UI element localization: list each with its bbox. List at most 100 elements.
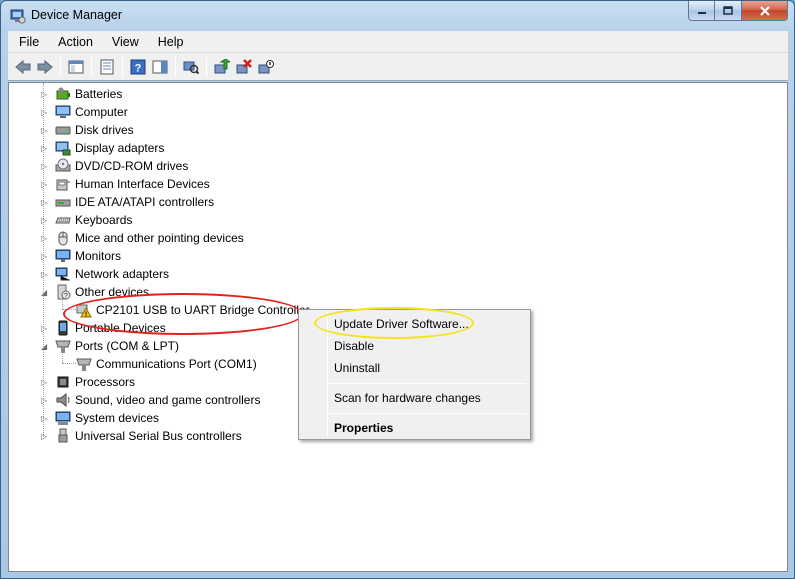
tree-item-hid[interactable]: ▷ Human Interface Devices xyxy=(41,175,210,193)
tree-item-disk-drives[interactable]: ▷ Disk drives xyxy=(41,121,134,139)
toolbar-separator xyxy=(60,56,61,77)
ide-controller-icon xyxy=(55,199,71,207)
window-title: Device Manager xyxy=(31,8,123,22)
close-icon xyxy=(759,5,770,16)
scan-hardware-button[interactable] xyxy=(180,56,202,78)
expand-arrow-icon[interactable]: ▷ xyxy=(41,144,49,153)
menu-bar: File Action View Help xyxy=(8,31,788,53)
svg-text:?: ? xyxy=(64,293,68,300)
update-driver-button[interactable] xyxy=(211,56,233,78)
expand-arrow-icon[interactable]: ▷ xyxy=(41,324,49,333)
title-bar[interactable]: Device Manager xyxy=(1,1,794,31)
expand-arrow-icon[interactable]: ▷ xyxy=(41,90,49,99)
dvd-drive-icon xyxy=(55,158,71,172)
expand-arrow-icon[interactable]: ▷ xyxy=(41,216,49,225)
tree-item-monitors[interactable]: ▷ Monitors xyxy=(41,247,121,265)
menu-help[interactable]: Help xyxy=(147,35,192,49)
tree-item-batteries[interactable]: ▷ Batteries xyxy=(41,85,122,103)
minimize-button[interactable] xyxy=(688,1,715,21)
tree-item-usb-controllers[interactable]: ▷ Universal Serial Bus controllers xyxy=(41,427,242,445)
menu-item-properties[interactable]: Properties xyxy=(334,421,393,435)
disk-drive-icon xyxy=(55,126,71,135)
toolbar-separator xyxy=(122,56,123,77)
system-devices-icon xyxy=(55,411,71,425)
collapse-arrow-icon[interactable]: ◢ xyxy=(41,288,49,297)
toolbar-separator xyxy=(175,56,176,77)
show-hide-tree-button[interactable] xyxy=(65,56,87,78)
device-manager-icon xyxy=(10,9,26,24)
collapse-arrow-icon[interactable]: ◢ xyxy=(41,342,49,351)
uninstall-button[interactable] xyxy=(233,56,255,78)
expand-arrow-icon[interactable]: ▷ xyxy=(41,162,49,171)
expand-arrow-icon[interactable]: ▷ xyxy=(41,414,49,423)
device-manager-window: Device Manager File Action View Help ? ▷… xyxy=(0,0,795,579)
expand-arrow-icon[interactable]: ▷ xyxy=(41,198,49,207)
menu-highlight-ellipse xyxy=(314,307,474,339)
disable-device-icon xyxy=(258,59,274,73)
action-pane-icon xyxy=(152,60,168,73)
close-button[interactable] xyxy=(742,1,788,21)
expand-arrow-icon[interactable]: ▷ xyxy=(41,270,49,279)
tree-item-ide-controllers[interactable]: ▷ IDE ATA/ATAPI controllers xyxy=(41,193,214,211)
context-menu-separator xyxy=(329,383,526,384)
menu-item-uninstall[interactable]: Uninstall xyxy=(334,361,380,375)
action-pane-button[interactable] xyxy=(149,56,171,78)
maximize-icon xyxy=(723,5,733,15)
monitor-icon xyxy=(55,249,71,262)
network-adapter-icon xyxy=(55,267,70,281)
uninstall-icon xyxy=(236,58,252,73)
expand-arrow-icon[interactable]: ▷ xyxy=(41,108,49,117)
tree-item-computer[interactable]: ▷ Computer xyxy=(41,103,128,121)
maximize-button[interactable] xyxy=(715,1,742,21)
menu-item-scan-hardware[interactable]: Scan for hardware changes xyxy=(334,391,481,405)
forward-button[interactable] xyxy=(34,56,56,78)
battery-icon xyxy=(56,87,70,100)
tree-item-mice[interactable]: ▷ Mice and other pointing devices xyxy=(41,229,244,247)
device-highlight-ellipse xyxy=(63,293,303,335)
computer-icon xyxy=(55,105,71,118)
tree-item-dvd-drives[interactable]: ▷ DVD/CD-ROM drives xyxy=(41,157,188,175)
toolbar-separator xyxy=(206,56,207,77)
toolbar: ? xyxy=(8,53,788,81)
display-adapter-icon xyxy=(55,141,71,156)
menu-view[interactable]: View xyxy=(101,35,147,49)
back-arrow-icon xyxy=(15,59,31,74)
svg-text:?: ? xyxy=(135,62,142,74)
tree-item-display-adapters[interactable]: ▷ Display adapters xyxy=(41,139,164,157)
expand-arrow-icon[interactable]: ▷ xyxy=(41,396,49,405)
expand-arrow-icon[interactable]: ▷ xyxy=(41,378,49,387)
sound-icon xyxy=(56,392,70,408)
expand-arrow-icon[interactable]: ▷ xyxy=(41,180,49,189)
caption-buttons xyxy=(688,1,788,21)
expand-arrow-icon[interactable]: ▷ xyxy=(41,252,49,261)
tree-item-sound-controllers[interactable]: ▷ Sound, video and game controllers xyxy=(41,391,260,409)
expand-arrow-icon[interactable]: ▷ xyxy=(41,432,49,441)
update-driver-icon xyxy=(214,58,230,73)
back-button[interactable] xyxy=(12,56,34,78)
tree-item-processors[interactable]: ▷ Processors xyxy=(41,373,135,391)
tree-item-com1-port[interactable]: Communications Port (COM1) xyxy=(76,355,257,373)
portable-device-icon xyxy=(58,320,68,336)
properties-button[interactable] xyxy=(96,56,118,78)
tree-item-system-devices[interactable]: ▷ System devices xyxy=(41,409,159,427)
menu-file[interactable]: File xyxy=(8,35,47,49)
tree-item-network-adapters[interactable]: ▷ Network adapters xyxy=(41,265,169,283)
tree-item-keyboards[interactable]: ▷ Keyboards xyxy=(41,211,132,229)
menu-action[interactable]: Action xyxy=(47,35,101,49)
expand-arrow-icon[interactable]: ▷ xyxy=(41,234,49,243)
hid-icon xyxy=(56,179,70,191)
usb-icon xyxy=(58,428,68,443)
help-button[interactable]: ? xyxy=(127,56,149,78)
menu-item-disable[interactable]: Disable xyxy=(334,339,374,353)
help-icon: ? xyxy=(130,59,146,74)
keyboard-icon xyxy=(55,217,71,224)
disable-device-button[interactable] xyxy=(255,56,277,78)
properties-icon xyxy=(100,59,114,74)
processor-icon xyxy=(57,376,69,388)
expand-arrow-icon[interactable]: ▷ xyxy=(41,126,49,135)
forward-arrow-icon xyxy=(37,59,53,74)
minimize-icon xyxy=(697,11,706,14)
tree-item-ports[interactable]: ◢ Ports (COM & LPT) xyxy=(41,337,179,355)
mouse-icon xyxy=(58,231,68,246)
context-menu-separator xyxy=(329,413,526,414)
